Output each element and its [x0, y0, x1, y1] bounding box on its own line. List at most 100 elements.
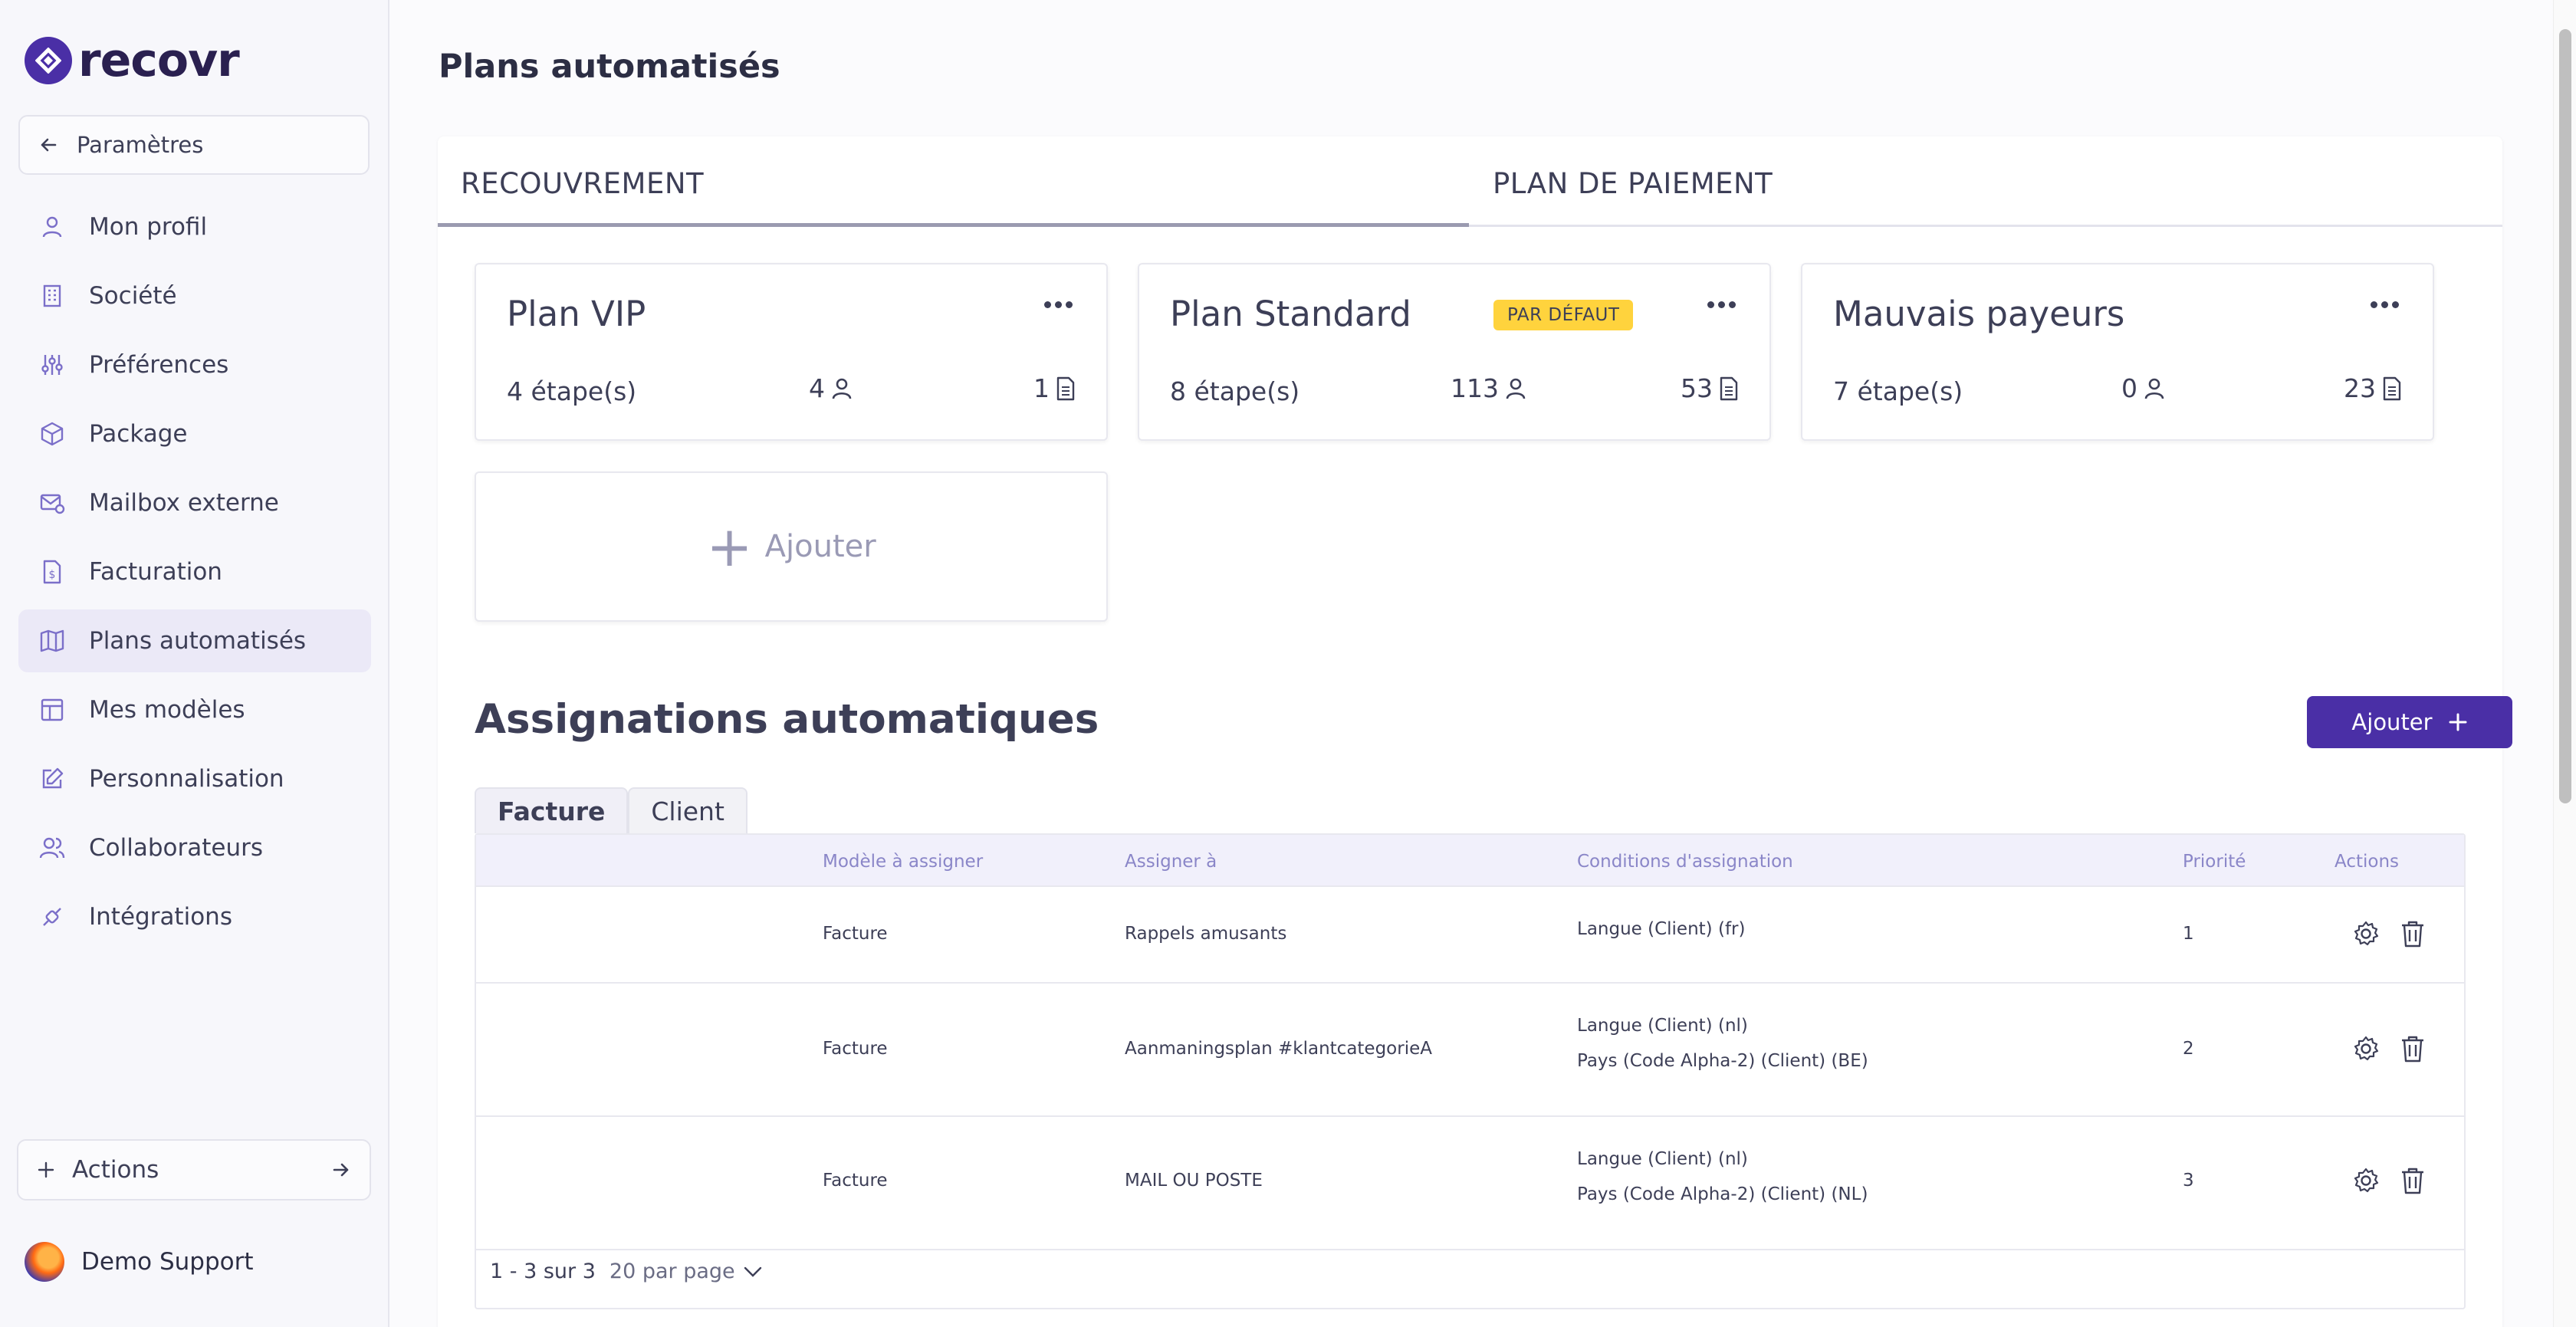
assign-to-cell: MAIL OU POSTE — [1125, 1171, 1263, 1191]
more-options-icon[interactable] — [1707, 301, 1736, 308]
actions-button[interactable]: Actions — [17, 1139, 371, 1201]
nav-item-plans-automatises[interactable]: Plans automatisés — [18, 609, 371, 672]
assign-to-cell: Aanmaningsplan #klantcategorieA — [1125, 1039, 1432, 1059]
nav-item-package[interactable]: Package — [18, 402, 371, 465]
nav-label: Mailbox externe — [89, 489, 279, 517]
plan-card[interactable]: Plan Standard PAR DÉFAUT 8 étape(s) 113 … — [1138, 263, 1771, 441]
nav-item-mailbox-externe[interactable]: Mailbox externe — [18, 471, 371, 534]
package-icon — [37, 419, 67, 449]
tab-recouvrement[interactable]: RECOUVREMENT — [461, 167, 704, 200]
nav-label: Collaborateurs — [89, 834, 263, 862]
plus-icon — [38, 1161, 54, 1178]
arrow-left-icon — [41, 138, 57, 152]
add-plan-button[interactable]: + Ajouter — [475, 471, 1108, 622]
tab-plan-de-paiement[interactable]: PLAN DE PAIEMENT — [1493, 167, 1773, 200]
sliders-icon — [37, 350, 67, 380]
assignments-table: Modèle à assigner Assigner à Conditions … — [475, 833, 2466, 1309]
nav-item-integrations[interactable]: Intégrations — [18, 885, 371, 948]
nav-label: Plans automatisés — [89, 627, 307, 655]
user-menu[interactable]: Demo Support — [25, 1242, 254, 1282]
document-icon — [1720, 376, 1738, 400]
per-page-select[interactable]: 20 par page — [610, 1260, 763, 1283]
subtab-facture[interactable]: Facture — [475, 787, 629, 833]
condition-cell: Langue (Client) (nl) — [1577, 1016, 1748, 1036]
plug-icon — [37, 902, 67, 932]
default-badge: PAR DÉFAUT — [1493, 300, 1634, 330]
table-row[interactable]: Facture Aanmaningsplan #klantcategorieA … — [476, 984, 2464, 1117]
logo-text: recovr — [78, 34, 240, 87]
gear-icon[interactable] — [2351, 1034, 2380, 1063]
priority-cell: 3 — [2183, 1171, 2194, 1191]
row-actions — [2351, 1034, 2426, 1063]
add-assignment-label: Ajouter — [2351, 709, 2433, 735]
trash-icon[interactable] — [2399, 1166, 2426, 1195]
chevron-down-icon — [744, 1266, 761, 1277]
invoice-icon: $ — [37, 557, 67, 587]
condition-cell: Pays (Code Alpha-2) (Client) (BE) — [1577, 1051, 1868, 1071]
plan-users: 113 — [1451, 373, 1526, 403]
row-actions — [2351, 919, 2426, 948]
add-assignment-button[interactable]: Ajouter — [2307, 696, 2512, 748]
row-actions — [2351, 1166, 2426, 1195]
priority-cell: 1 — [2183, 924, 2194, 944]
nav-label: Intégrations — [89, 903, 232, 931]
nav-label: Mon profil — [89, 213, 208, 241]
table-row[interactable]: Facture MAIL OU POSTE Langue (Client) (n… — [476, 1117, 2464, 1250]
trash-icon[interactable] — [2399, 919, 2426, 948]
table-row[interactable]: Facture Rappels amusants Langue (Client)… — [476, 887, 2464, 984]
plan-name: Plan Standard — [1170, 294, 1411, 334]
plan-users: 0 — [2121, 373, 2165, 403]
condition-cell: Langue (Client) (fr) — [1577, 919, 1746, 939]
plan-card[interactable]: Mauvais payeurs 7 étape(s) 0 23 — [1801, 263, 2434, 441]
nav-label: Préférences — [89, 351, 229, 379]
column-header: Actions — [2334, 852, 2400, 872]
more-options-icon[interactable] — [1044, 301, 1073, 308]
assignments-title: Assignations automatiques — [475, 696, 1099, 743]
actions-label: Actions — [72, 1156, 159, 1184]
plan-users-count: 113 — [1451, 373, 1499, 403]
recovr-logo[interactable]: recovr — [25, 34, 240, 87]
arrow-right-icon — [333, 1163, 349, 1177]
nav-item-mon-profil[interactable]: Mon profil — [18, 195, 371, 258]
plan-name: Plan VIP — [507, 294, 646, 334]
column-header: Conditions d'assignation — [1577, 852, 1793, 872]
mail-settings-icon — [37, 488, 67, 518]
edit-icon — [37, 764, 67, 794]
plan-docs-count: 53 — [1681, 373, 1713, 403]
gear-icon[interactable] — [2351, 1166, 2380, 1195]
per-page-label: 20 par page — [609, 1260, 735, 1283]
condition-cell: Pays (Code Alpha-2) (Client) (NL) — [1577, 1184, 1868, 1204]
model-cell: Facture — [823, 1171, 888, 1191]
user-icon — [1506, 378, 1526, 399]
sidebar: recovr Paramètres Mon profil Société Pré… — [0, 0, 389, 1327]
nav-item-preferences[interactable]: Préférences — [18, 333, 371, 396]
user-name: Demo Support — [81, 1248, 254, 1276]
building-icon — [37, 281, 67, 311]
page-title: Plans automatisés — [439, 48, 780, 86]
page-scrollbar[interactable] — [2553, 0, 2576, 1327]
plan-steps: 7 étape(s) — [1833, 376, 1963, 406]
document-icon — [2383, 376, 2401, 400]
subtab-client[interactable]: Client — [628, 787, 748, 833]
settings-nav: Mon profil Société Préférences Package M… — [18, 195, 371, 954]
plan-docs-count: 1 — [1033, 373, 1050, 403]
nav-item-societe[interactable]: Société — [18, 264, 371, 327]
nav-item-facturation[interactable]: $ Facturation — [18, 540, 371, 603]
more-options-icon[interactable] — [2371, 301, 2399, 308]
svg-text:$: $ — [49, 569, 56, 581]
scrollbar-thumb[interactable] — [2559, 29, 2571, 803]
plan-card[interactable]: Plan VIP 4 étape(s) 4 1 — [475, 263, 1108, 441]
gear-icon[interactable] — [2351, 919, 2380, 948]
user-icon — [832, 378, 852, 399]
trash-icon[interactable] — [2399, 1034, 2426, 1063]
column-header: Priorité — [2183, 852, 2246, 872]
pagination: 1 - 3 sur 3 20 par page — [490, 1260, 763, 1283]
nav-label: Société — [89, 282, 177, 310]
pagination-range: 1 - 3 sur 3 — [490, 1260, 596, 1283]
back-to-settings-button[interactable]: Paramètres — [18, 115, 370, 175]
nav-item-collaborateurs[interactable]: Collaborateurs — [18, 816, 371, 879]
user-icon — [37, 212, 67, 242]
nav-item-personnalisation[interactable]: Personnalisation — [18, 747, 371, 810]
nav-item-mes-modeles[interactable]: Mes modèles — [18, 678, 371, 741]
model-cell: Facture — [823, 924, 888, 944]
